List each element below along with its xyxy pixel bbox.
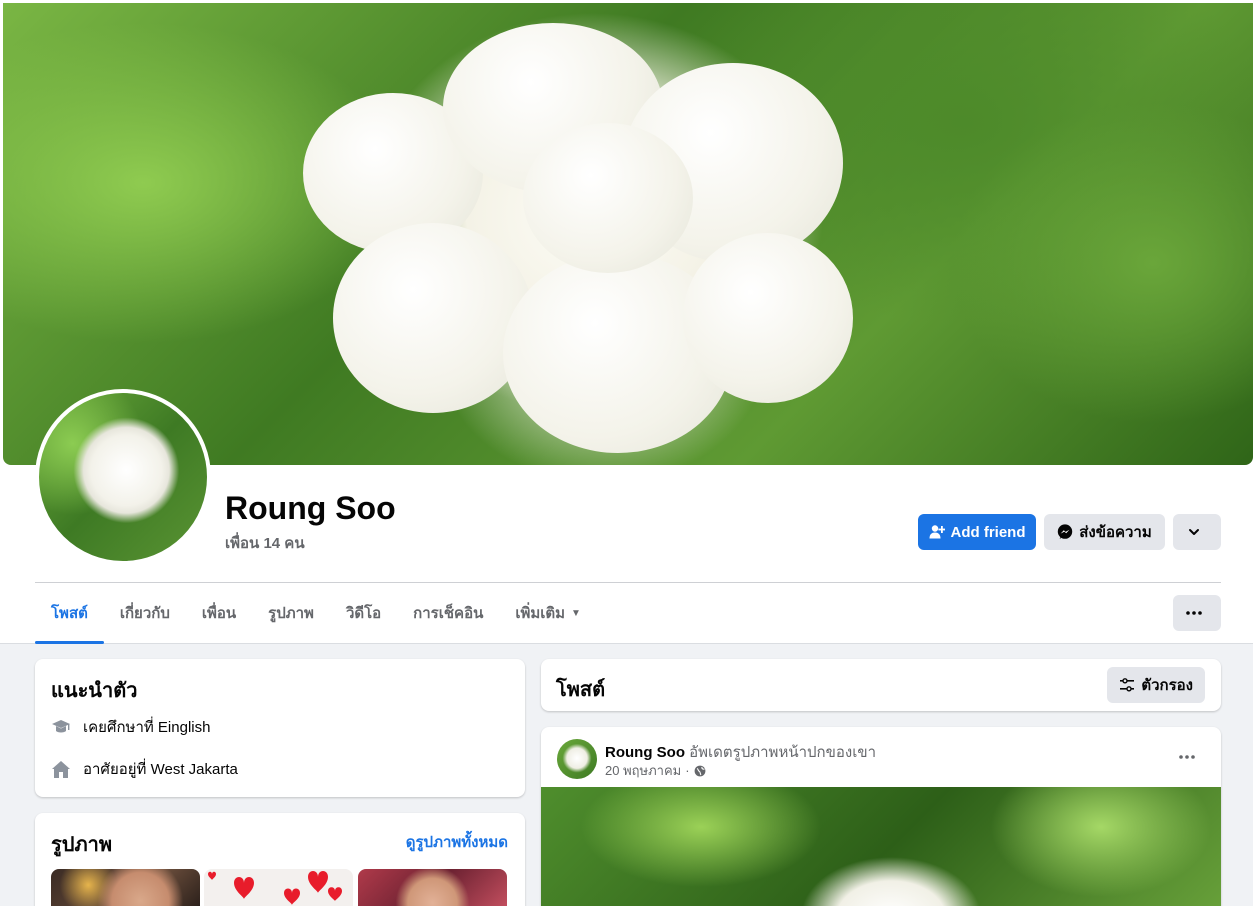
post-author-name[interactable]: Roung Soo <box>605 744 685 761</box>
tab-label: เกี่ยวกับ <box>119 605 170 622</box>
intro-education-text: เคยศึกษาที่ Einglish <box>83 719 211 736</box>
posts-title: โพสต์ <box>556 679 606 701</box>
photo-thumbnail[interactable] <box>204 869 353 906</box>
tab-label: รูปภาพ <box>268 605 314 622</box>
posts-header-card: โพสต์ ตัวกรอง <box>541 659 1221 711</box>
more-dots-icon <box>1186 611 1202 615</box>
home-icon <box>51 759 71 779</box>
hearts-image <box>208 871 342 905</box>
intro-title: แนะนำตัว <box>51 680 138 702</box>
more-dots-icon <box>1179 755 1195 759</box>
add-person-icon <box>929 525 945 539</box>
tab-label: โพสต์ <box>51 605 88 622</box>
tab-photos[interactable]: รูปภาพ <box>252 583 330 643</box>
profile-tabs: โพสต์ เกี่ยวกับ เพื่อน รูปภาพ วิดีโอ การ… <box>35 583 597 644</box>
tab-posts[interactable]: โพสต์ <box>35 583 104 644</box>
filter-label: ตัวกรอง <box>1141 677 1193 694</box>
photo-thumbnail[interactable] <box>358 869 507 906</box>
add-friend-label: Add friend <box>950 523 1026 541</box>
tab-label: เพิ่มเติม <box>515 605 566 622</box>
filter-icon <box>1120 678 1135 692</box>
post-card: Roung Soo อัพเดตรูปภาพหน้าปกของเขา 20 พฤ… <box>541 727 1221 906</box>
profile-dropdown-button[interactable] <box>1173 514 1221 550</box>
intro-lives-in: อาศัยอยู่ที่ West Jakarta <box>51 757 238 781</box>
tab-more[interactable]: เพิ่มเติม ▼ <box>499 583 597 643</box>
tab-label: เพื่อน <box>201 605 237 622</box>
photo-thumbnail[interactable] <box>51 869 200 906</box>
message-button[interactable]: ส่งข้อความ <box>1044 514 1165 550</box>
post-meta-separator: · <box>685 763 690 778</box>
tab-videos[interactable]: วิดีโอ <box>330 583 397 643</box>
post-meta: 20 พฤษภาคม · <box>605 760 706 781</box>
post-action-text: อัพเดตรูปภาพหน้าปกของเขา <box>689 744 876 761</box>
intro-card: แนะนำตัว เคยศึกษาที่ Einglish อาศัยอยู่ท… <box>35 659 525 797</box>
graduation-cap-icon <box>51 717 71 737</box>
see-all-photos-link[interactable]: ดูรูปภาพทั้งหมด <box>406 830 508 854</box>
profile-name: Roung Soo <box>225 490 396 526</box>
tab-about[interactable]: เกี่ยวกับ <box>104 583 186 643</box>
cover-photo[interactable] <box>3 3 1253 465</box>
tabs-more-button[interactable] <box>1173 595 1221 631</box>
post-options-button[interactable] <box>1169 739 1205 775</box>
tab-label: วิดีโอ <box>345 605 382 622</box>
message-label: ส่งข้อความ <box>1079 524 1152 541</box>
tab-friends[interactable]: เพื่อน <box>186 583 252 643</box>
globe-icon <box>694 765 705 776</box>
add-friend-button[interactable]: Add friend <box>918 514 1036 550</box>
post-date[interactable]: 20 พฤษภาคม <box>605 760 681 781</box>
chevron-down-icon <box>1189 529 1199 535</box>
friends-count[interactable]: เพื่อน 14 คน <box>225 531 305 555</box>
post-author-avatar[interactable] <box>557 739 597 779</box>
post-image[interactable] <box>541 787 1221 906</box>
profile-avatar[interactable] <box>35 389 211 565</box>
tab-label: การเช็คอิน <box>413 605 484 622</box>
intro-education: เคยศึกษาที่ Einglish <box>51 715 210 739</box>
filter-button[interactable]: ตัวกรอง <box>1107 667 1205 703</box>
tab-checkins[interactable]: การเช็คอิน <box>397 583 499 643</box>
messenger-icon <box>1058 524 1073 539</box>
caret-down-icon: ▼ <box>571 607 581 619</box>
intro-lives-in-text: อาศัยอยู่ที่ West Jakarta <box>83 761 238 778</box>
photos-title: รูปภาพ <box>51 834 113 856</box>
